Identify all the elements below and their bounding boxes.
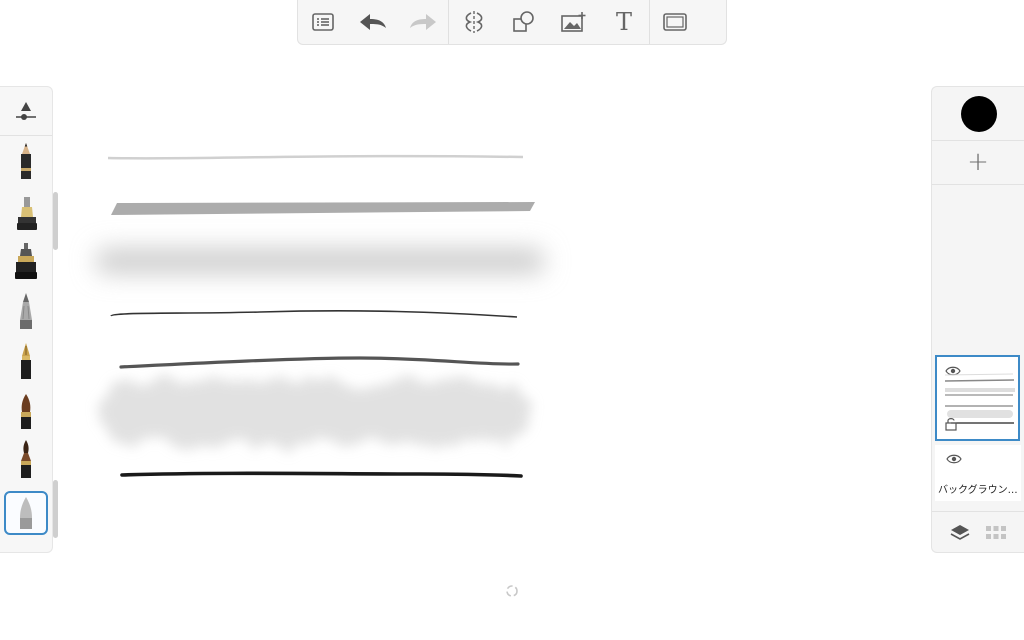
fullscreen-button[interactable] — [650, 0, 700, 44]
layers-icon[interactable] — [949, 523, 971, 543]
layer-thumbnail-active[interactable] — [935, 355, 1020, 441]
brush-scroll-indicator-lower[interactable] — [53, 480, 58, 538]
paint-brush-icon — [21, 394, 31, 429]
text-tool-button[interactable]: T — [599, 0, 649, 44]
soft-eraser-icon — [20, 497, 32, 529]
visibility-eye-icon[interactable] — [946, 453, 962, 465]
undo-button[interactable] — [348, 0, 398, 44]
stroke-marker — [111, 202, 535, 215]
brush-airbrush[interactable] — [4, 289, 48, 333]
marker-icon — [17, 197, 37, 230]
stroke-airbrush — [95, 248, 545, 274]
layer-panel-divider — [932, 184, 1024, 185]
shapes-button[interactable] — [499, 0, 549, 44]
layer-lock-icon[interactable] — [945, 417, 957, 431]
redo-button[interactable] — [398, 0, 448, 44]
stroke-fountain-pen — [119, 356, 520, 369]
grid-view-icon[interactable] — [985, 525, 1007, 541]
layer-panel-footer — [932, 512, 1024, 554]
stroke-ink-pen — [110, 310, 518, 318]
toolbar-group-tools: T — [449, 0, 649, 44]
loading-spinner-icon — [506, 585, 518, 597]
brush-size-opacity-icon — [16, 102, 36, 120]
symmetry-button[interactable] — [449, 0, 499, 44]
toolbar-group-view — [650, 0, 700, 44]
pencil-icon — [21, 143, 31, 179]
list-button[interactable] — [298, 0, 348, 44]
add-layer-button[interactable]: + — [932, 141, 1024, 183]
add-image-button[interactable] — [549, 0, 599, 44]
stroke-brush-pen — [120, 471, 523, 478]
text-icon: T — [615, 8, 632, 36]
background-layer[interactable]: バックグラウン… — [935, 445, 1021, 501]
redo-icon — [410, 14, 436, 30]
stroke-pencil — [107, 154, 524, 160]
drawing-canvas[interactable] — [60, 100, 620, 520]
toolbar-group-history — [298, 0, 448, 44]
brush-settings-button[interactable] — [0, 87, 52, 136]
stroke-paint-brush — [100, 382, 530, 444]
brush-pen[interactable] — [4, 437, 48, 481]
brush-paint-brush[interactable] — [4, 389, 48, 433]
brush-pencil[interactable] — [4, 139, 48, 183]
ink-pen-icon — [15, 243, 37, 279]
layer-panel: + バックグラウン… — [931, 86, 1024, 553]
top-toolbar: T — [297, 0, 727, 45]
brush-soft-eraser[interactable] — [4, 491, 48, 535]
add-image-icon — [561, 12, 586, 32]
undo-icon — [360, 14, 386, 30]
brush-ink-pen[interactable] — [4, 239, 48, 283]
color-swatch-button[interactable] — [961, 96, 997, 132]
brush-fountain-pen[interactable] — [4, 339, 48, 383]
fullscreen-icon — [663, 13, 687, 31]
shapes-icon — [513, 11, 534, 32]
brush-panel — [0, 86, 53, 553]
brush-scroll-indicator[interactable] — [53, 192, 58, 250]
background-layer-name: バックグラウン… — [938, 485, 1018, 496]
symmetry-icon — [465, 11, 483, 33]
plus-icon: + — [967, 147, 989, 177]
list-icon — [312, 13, 334, 31]
brush-marker[interactable] — [4, 191, 48, 235]
airbrush-icon — [20, 293, 32, 329]
brush-pen-icon — [21, 440, 31, 478]
fountain-pen-icon — [21, 343, 31, 379]
